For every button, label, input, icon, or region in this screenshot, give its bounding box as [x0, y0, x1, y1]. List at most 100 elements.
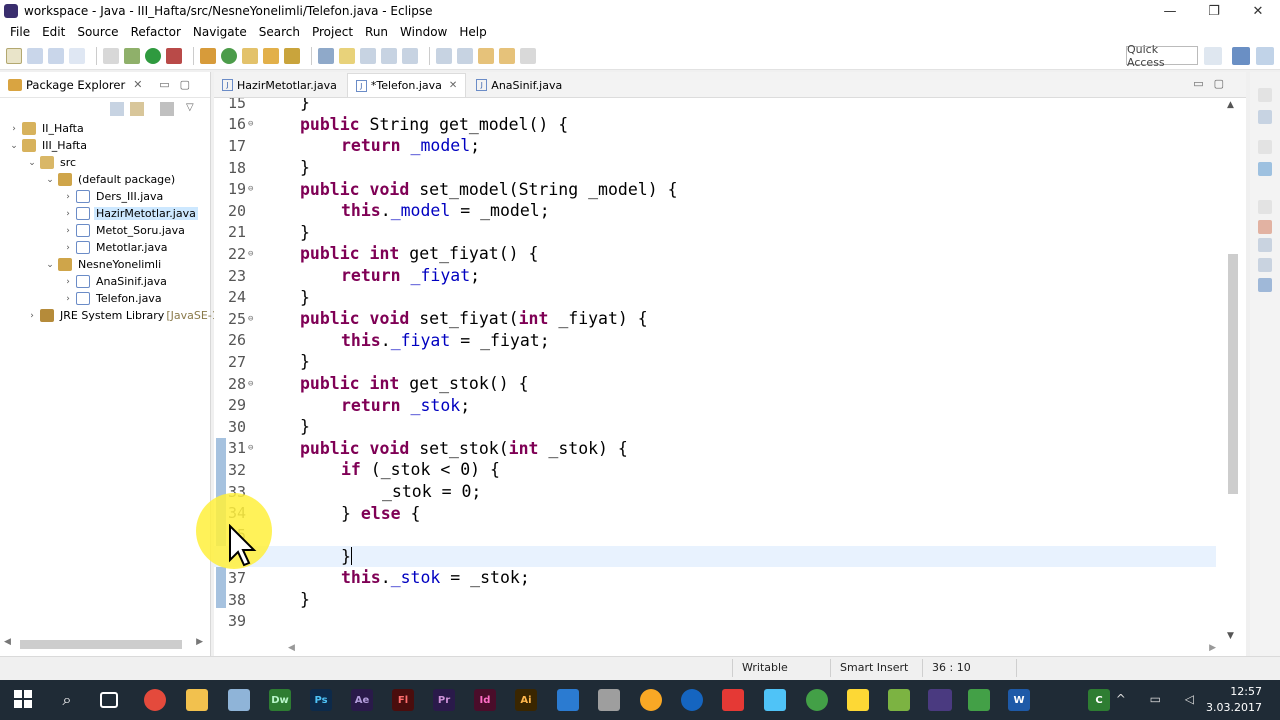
- app-icon[interactable]: C: [1088, 689, 1110, 711]
- explorer-horizontal-scrollbar[interactable]: ◀ ▶: [0, 636, 211, 652]
- tree-item-jre[interactable]: › JRE System Library [JavaSE-1.: [26, 307, 222, 324]
- tab-anasinif[interactable]: J AnaSinif.java: [468, 73, 570, 97]
- view-menu-icon[interactable]: ▽: [186, 102, 200, 116]
- tree-item-default-package[interactable]: ⌄ (default package): [44, 171, 177, 188]
- tree-item-ders-iii[interactable]: › Ders_III.java: [62, 188, 165, 205]
- clock[interactable]: 12:57 3.03.2017: [1206, 684, 1262, 716]
- print-icon[interactable]: [69, 47, 85, 64]
- problems-icon[interactable]: [1258, 220, 1272, 234]
- system-tray-icons[interactable]: ^ ▭ ◁: [1116, 692, 1204, 706]
- menu-source[interactable]: Source: [71, 25, 124, 39]
- scroll-down-icon[interactable]: ▼: [1227, 631, 1234, 641]
- expand-arrow-icon[interactable]: ›: [62, 192, 74, 202]
- app-icon[interactable]: [722, 689, 744, 711]
- restore-icon[interactable]: [1258, 200, 1272, 214]
- app-icon[interactable]: [764, 689, 786, 711]
- tree-item-hazirmetotlar[interactable]: › HazirMetotlar.java: [62, 205, 198, 222]
- search-icon[interactable]: ⌕: [56, 689, 78, 711]
- minimize-maximize-icons[interactable]: ▭▢: [159, 78, 200, 91]
- focus-icon[interactable]: [160, 102, 174, 116]
- outline-icon[interactable]: [1258, 162, 1272, 176]
- back-icon[interactable]: [499, 47, 515, 64]
- menu-refactor[interactable]: Refactor: [125, 25, 187, 39]
- collapse-all-icon[interactable]: [110, 102, 124, 116]
- next-annotation-icon[interactable]: [436, 47, 452, 64]
- app-icon[interactable]: [598, 689, 620, 711]
- menu-file[interactable]: File: [4, 25, 36, 39]
- app-icon[interactable]: [888, 689, 910, 711]
- close-icon[interactable]: ✕: [133, 78, 142, 91]
- indesign-icon[interactable]: Id: [474, 689, 496, 711]
- menu-help[interactable]: Help: [453, 25, 492, 39]
- expand-arrow-icon[interactable]: ›: [62, 277, 74, 287]
- photoshop-icon[interactable]: Ps: [310, 689, 332, 711]
- premiere-icon[interactable]: Pr: [433, 689, 455, 711]
- debug-icon[interactable]: [124, 47, 140, 64]
- quick-access-field[interactable]: Quick Access: [1126, 43, 1198, 69]
- skip-breakpoints-icon[interactable]: [103, 47, 119, 64]
- fold-icon[interactable]: ⊖: [248, 443, 260, 453]
- scroll-up-icon[interactable]: ▲: [1227, 100, 1234, 110]
- task-view-icon[interactable]: [100, 692, 118, 708]
- pilcrow-icon[interactable]: [402, 47, 418, 64]
- expand-arrow-icon[interactable]: ›: [62, 209, 74, 219]
- collapse-arrow-icon[interactable]: ⌄: [8, 141, 20, 151]
- menu-navigate[interactable]: Navigate: [187, 25, 253, 39]
- menu-window[interactable]: Window: [394, 25, 453, 39]
- word-icon[interactable]: W: [1008, 689, 1030, 711]
- tree-item-anasinif[interactable]: › AnaSinif.java: [62, 273, 169, 290]
- fold-icon[interactable]: ⊖: [248, 249, 260, 259]
- app-icon[interactable]: [557, 689, 579, 711]
- app-icon[interactable]: [806, 689, 828, 711]
- windows-start-icon[interactable]: [14, 690, 32, 708]
- minimize-maximize-icons[interactable]: ▭▢: [1193, 77, 1234, 90]
- tree-item-telefon[interactable]: › Telefon.java: [62, 290, 164, 307]
- block-selection-icon[interactable]: [360, 47, 376, 64]
- console-icon[interactable]: [1258, 278, 1272, 292]
- restore-icon[interactable]: [1258, 88, 1272, 102]
- task-list-icon[interactable]: [1258, 110, 1272, 124]
- tree-item-metot-soru[interactable]: › Metot_Soru.java: [62, 222, 187, 239]
- expand-arrow-icon[interactable]: ›: [26, 311, 38, 321]
- close-icon[interactable]: ✕: [449, 80, 457, 91]
- open-folder-icon[interactable]: [263, 47, 279, 64]
- editor-horizontal-scrollbar[interactable]: ◀ ▶: [214, 643, 1246, 656]
- fold-icon[interactable]: ⊖: [248, 184, 260, 194]
- save-all-icon[interactable]: [48, 47, 64, 64]
- expand-arrow-icon[interactable]: ›: [62, 226, 74, 236]
- tree-item-iii-hafta[interactable]: ⌄ III_Hafta: [8, 137, 89, 154]
- open-type-icon[interactable]: [242, 47, 258, 64]
- after-effects-icon[interactable]: Ae: [351, 689, 373, 711]
- javadoc-icon[interactable]: [1258, 238, 1272, 252]
- tree-item-ii-hafta[interactable]: › II_Hafta: [8, 120, 86, 137]
- scroll-left-icon[interactable]: ◀: [288, 643, 295, 653]
- expand-arrow-icon[interactable]: ›: [62, 294, 74, 304]
- save-icon[interactable]: [27, 47, 43, 64]
- fold-icon[interactable]: ⊖: [248, 119, 260, 129]
- fold-icon[interactable]: ⊖: [248, 314, 260, 324]
- new-class-icon[interactable]: [221, 47, 237, 64]
- scrollbar-thumb[interactable]: [1228, 254, 1238, 494]
- app-icon[interactable]: [968, 689, 990, 711]
- declaration-icon[interactable]: [1258, 258, 1272, 272]
- menu-edit[interactable]: Edit: [36, 25, 71, 39]
- file-explorer-icon[interactable]: [186, 689, 208, 711]
- code-editor[interactable]: 15 } 16 ⊖ public String get_model() { 17 …: [214, 98, 1246, 643]
- tree-item-metotlar[interactable]: › Metotlar.java: [62, 239, 169, 256]
- scroll-right-icon[interactable]: ▶: [196, 637, 203, 647]
- menu-project[interactable]: Project: [306, 25, 359, 39]
- java-perspective-icon[interactable]: [1232, 47, 1250, 65]
- restore-icon[interactable]: [1258, 140, 1272, 154]
- fold-icon[interactable]: ⊖: [248, 379, 260, 389]
- flash-icon[interactable]: Fl: [392, 689, 414, 711]
- scroll-right-icon[interactable]: ▶: [1209, 643, 1216, 653]
- app-box-icon[interactable]: [228, 689, 250, 711]
- tree-item-nesneyonelimli[interactable]: ⌄ NesneYonelimli: [44, 256, 163, 273]
- app-icon[interactable]: [681, 689, 703, 711]
- chrome-icon[interactable]: [144, 689, 166, 711]
- editor-vertical-scrollbar[interactable]: ▲ ▼: [1222, 98, 1246, 643]
- run-icon[interactable]: [145, 47, 161, 64]
- minimize-button[interactable]: —: [1148, 0, 1192, 22]
- collapse-arrow-icon[interactable]: ⌄: [44, 260, 56, 270]
- menu-run[interactable]: Run: [359, 25, 394, 39]
